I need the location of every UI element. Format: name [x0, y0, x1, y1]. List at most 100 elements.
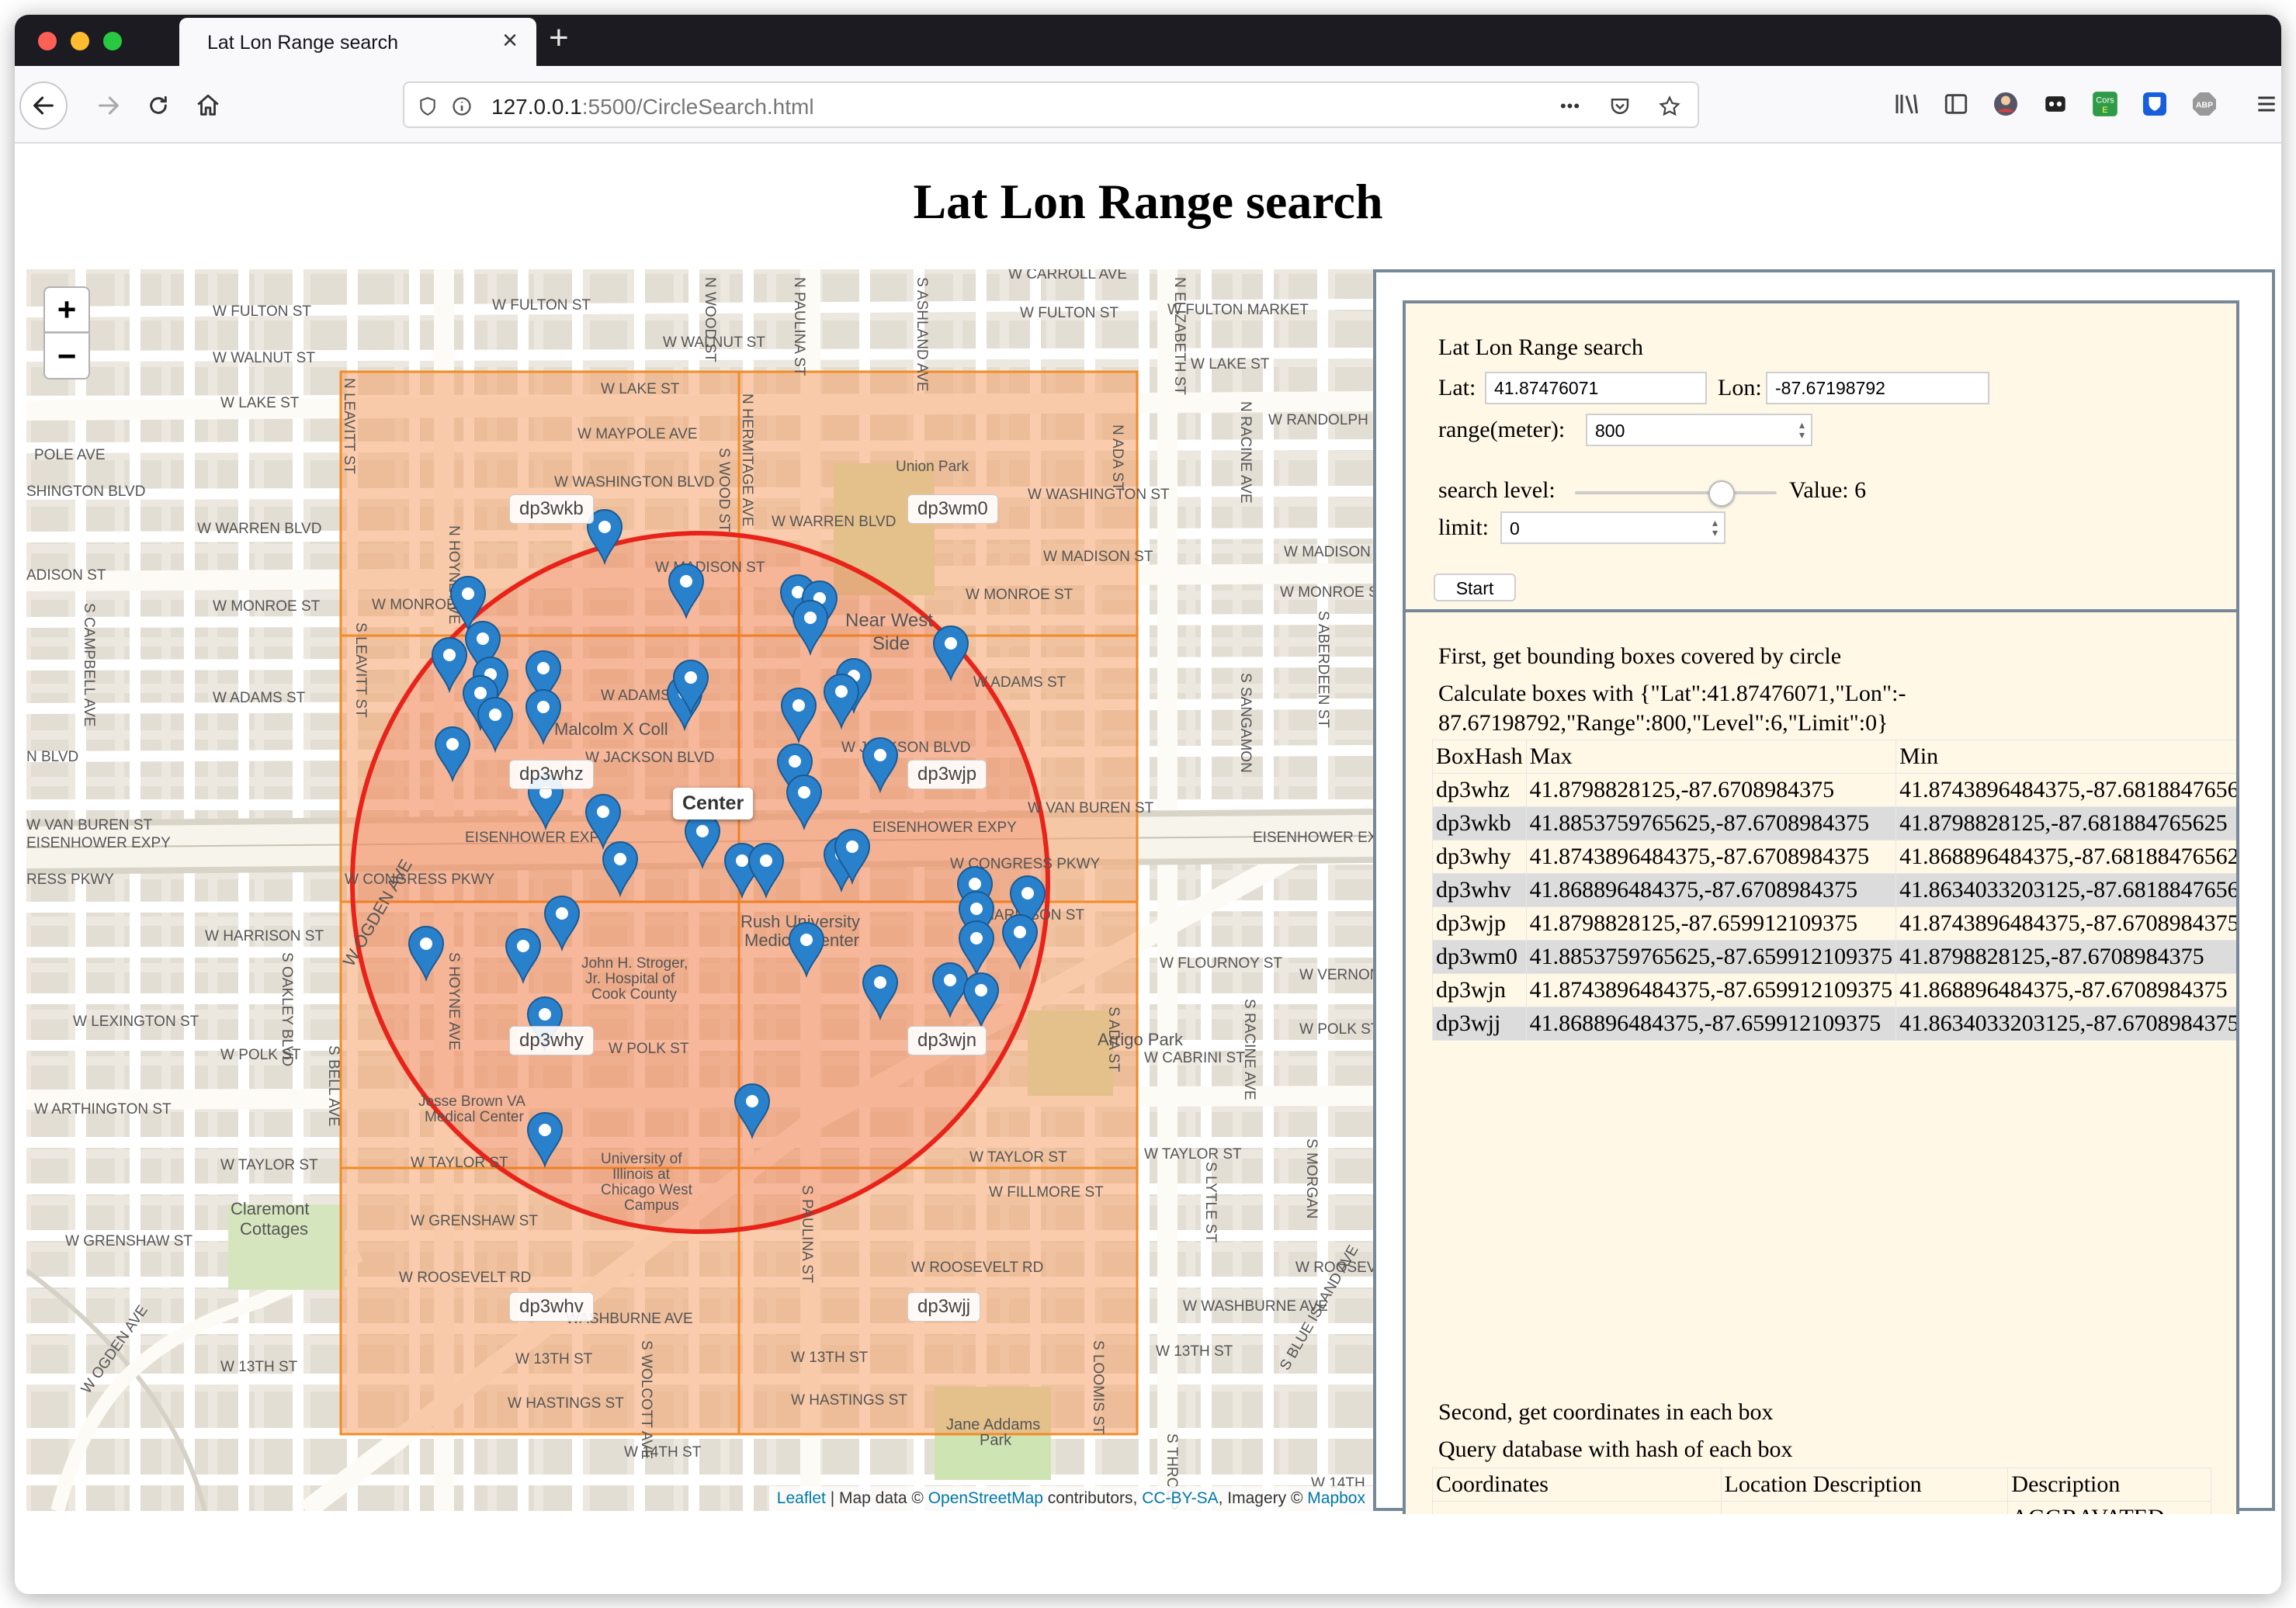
- zoom-out-button[interactable]: −: [43, 333, 90, 379]
- home-icon: [197, 94, 219, 116]
- tab-close-icon[interactable]: ×: [502, 27, 518, 54]
- lat-input[interactable]: [1485, 372, 1707, 404]
- street-label: W GRENSHAW ST: [411, 1213, 538, 1229]
- street-label: W POLK ST: [1299, 1021, 1373, 1038]
- license-link[interactable]: CC-BY-SA: [1142, 1489, 1218, 1507]
- box-min-cell: 41.868896484375,-87.681884765625: [1895, 840, 2236, 874]
- street-label: S ASHLAND AVE: [914, 277, 930, 392]
- bookmark-star-icon[interactable]: [1657, 94, 1682, 119]
- map[interactable]: W FULTON ST W FULTON ST W FULTON ST W FU…: [26, 269, 1373, 1511]
- info-icon[interactable]: [449, 94, 474, 119]
- menu-hamburger-icon[interactable]: [2247, 85, 2281, 123]
- street-label: Claremont: [231, 1199, 309, 1218]
- level-label: search level:: [1438, 477, 1556, 503]
- street-label: W TAYLOR ST: [969, 1149, 1067, 1166]
- street-label: W CABRINI ST: [1144, 1050, 1245, 1066]
- url-bar[interactable]: 127.0.0.1:5500/CircleSearch.html •••: [403, 81, 1699, 128]
- street-label: S LEAVITT ST: [352, 622, 369, 718]
- box-min-cell: 41.868896484375,-87.6708984375: [1895, 973, 2236, 1007]
- leaflet-link[interactable]: Leaflet: [777, 1489, 826, 1507]
- street-label: Chicago West: [601, 1182, 693, 1198]
- box-hash-cell: dp3wjn: [1432, 973, 1527, 1007]
- coordinates-table: Coordinates Location Description Descrip…: [1432, 1468, 2211, 1514]
- back-button[interactable]: [19, 81, 68, 130]
- bitwarden-icon[interactable]: [2135, 85, 2174, 123]
- street-label: S SANGAMON: [1237, 673, 1254, 773]
- url-host: 127.0.0.1: [491, 95, 582, 119]
- street-label: N LEAVITT ST: [341, 378, 357, 474]
- osm-link[interactable]: OpenStreetMap: [928, 1489, 1043, 1507]
- street-label: Jane Addams: [946, 1416, 1040, 1433]
- street-label: W ROOSEVELT RD: [911, 1260, 1043, 1276]
- lon-input[interactable]: [1766, 372, 1989, 404]
- table-row: dp3wkb 41.8853759765625,-87.6708984375 41.…: [1432, 806, 2236, 840]
- form-heading: Lat Lon Range search: [1438, 334, 1644, 360]
- reload-button[interactable]: [137, 85, 179, 126]
- level-slider-thumb[interactable]: [1708, 480, 1735, 507]
- map-attribution: Leaflet | Map data © OpenStreetMap contr…: [768, 1486, 1373, 1511]
- street-label: W ROOSEVELT RD: [399, 1270, 531, 1286]
- mapbox-link[interactable]: Mapbox: [1307, 1489, 1365, 1507]
- box-min-cell: 41.8634033203125,-87.681884765625: [1895, 873, 2236, 907]
- box-max-cell: 41.8798828125,-87.659912109375: [1525, 906, 1897, 941]
- spinner-arrows-icon[interactable]: ▴ ▾: [1712, 517, 1718, 538]
- box-hash-cell: dp3wjj: [1432, 1007, 1527, 1041]
- street-label: S CAMPBELL AVE: [81, 603, 97, 726]
- cors-extension-icon[interactable]: Cors E: [2086, 85, 2124, 123]
- url-path: :5500/CircleSearch.html: [581, 95, 814, 119]
- street-label: W HASTINGS ST: [508, 1395, 624, 1412]
- box-max-cell: 41.8853759765625,-87.6708984375: [1525, 806, 1897, 840]
- window-minimize-button[interactable]: [71, 32, 89, 50]
- window-maximize-button[interactable]: [103, 32, 122, 50]
- pocket-icon[interactable]: [1608, 94, 1632, 119]
- box-min-cell: 41.8743896484375,-87.681884765625: [1895, 773, 2236, 807]
- street-label: W TAYLOR ST: [1144, 1146, 1242, 1163]
- limit-label: limit:: [1438, 515, 1490, 540]
- limit-input[interactable]: 0 ▴ ▾: [1500, 511, 1725, 544]
- street-label: Near West: [845, 610, 933, 631]
- street-label: S BELL AVE: [325, 1045, 342, 1127]
- street-label: W MONROE ST: [1280, 584, 1373, 601]
- street-label: W LAKE ST: [220, 395, 300, 411]
- street-label: W WARREN BLVD: [772, 514, 896, 530]
- street-label: W GRENSHAW ST: [65, 1233, 192, 1249]
- url-text[interactable]: 127.0.0.1:5500/CircleSearch.html: [491, 95, 814, 120]
- map-canvas[interactable]: W FULTON ST W FULTON ST W FULTON ST W FU…: [26, 269, 1373, 1511]
- street-label: W 13TH ST: [515, 1351, 593, 1367]
- box-label-dp3wjj: dp3wjj: [907, 1292, 981, 1322]
- street-label: S LOOMIS ST: [1090, 1340, 1106, 1435]
- sidebar-icon[interactable]: [1937, 85, 1975, 123]
- extension-mask-icon[interactable]: [2036, 85, 2075, 123]
- calc-line-2: 87.67198792,"Range":800,"Level":6,"Limit…: [1438, 710, 1888, 736]
- level-slider-track[interactable]: [1575, 491, 1777, 494]
- range-input[interactable]: 800 ▴ ▾: [1586, 414, 1812, 446]
- street-label: S RACINE AVE: [1241, 999, 1257, 1100]
- more-icon[interactable]: •••: [1553, 94, 1587, 119]
- forward-button[interactable]: [88, 85, 130, 126]
- table-header-row: BoxHash Max Min: [1432, 740, 2236, 774]
- new-tab-button[interactable]: +: [549, 21, 569, 55]
- window-close-button[interactable]: [38, 32, 57, 50]
- street-label: Cottages: [240, 1219, 308, 1239]
- tab-active[interactable]: Lat Lon Range search ×: [179, 18, 536, 66]
- home-button[interactable]: [187, 85, 229, 126]
- spinner-arrows-icon[interactable]: ▴ ▾: [1799, 419, 1805, 440]
- shield-icon[interactable]: [415, 94, 440, 119]
- street-label: W CARROLL AVE: [1008, 269, 1127, 282]
- library-icon[interactable]: [1887, 85, 1926, 123]
- column-header: Location Description: [1720, 1468, 2009, 1502]
- start-button[interactable]: Start: [1434, 574, 1516, 601]
- street-label: W ARTHINGTON ST: [34, 1101, 172, 1118]
- street-label: W LAKE ST: [1191, 356, 1270, 373]
- zoom-in-button[interactable]: +: [43, 286, 90, 333]
- svg-text:ABP: ABP: [2196, 101, 2213, 110]
- street-label: Jesse Brown VA: [418, 1093, 525, 1110]
- street-label: W FULTON ST: [213, 303, 311, 320]
- adblock-plus-icon[interactable]: ABP: [2185, 85, 2224, 123]
- street-label: W MONROE ST: [213, 598, 321, 615]
- street-label: S WOOD ST: [716, 448, 732, 532]
- box-max-cell: 41.8798828125,-87.6708984375: [1525, 773, 1897, 807]
- street-label: W JACKSON BLVD: [585, 750, 714, 766]
- street-label: Cook County: [591, 986, 677, 1003]
- account-avatar-icon[interactable]: [1986, 85, 2025, 123]
